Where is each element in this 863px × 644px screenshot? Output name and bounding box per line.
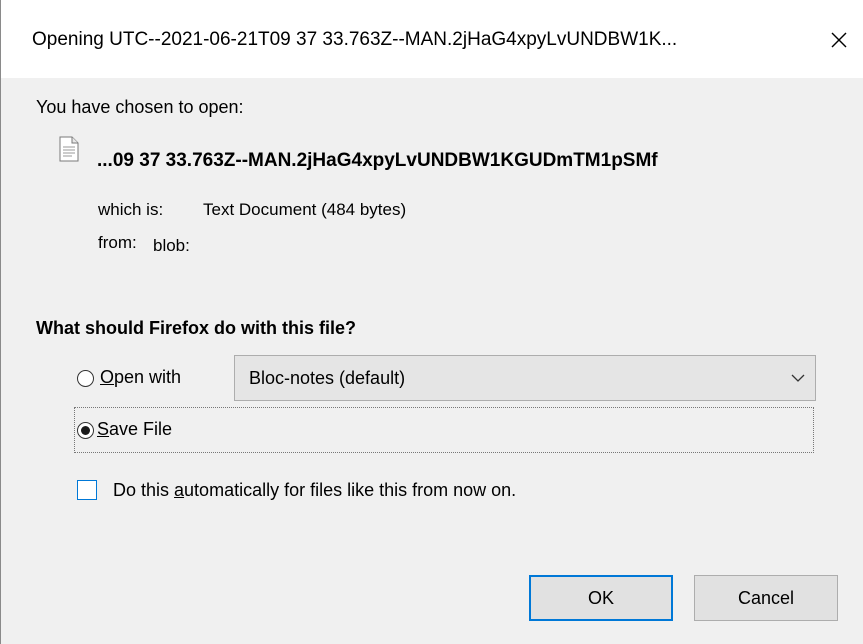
which-is-label: which is: [98,200,164,219]
from-value: blob: [153,236,190,255]
chosen-to-open-label: You have chosen to open: [36,97,244,117]
auto-label-mnemonic: a [174,480,185,500]
save-file-label[interactable]: Save File [97,419,172,440]
save-file-radio[interactable] [77,422,94,439]
save-file-focus-outline [74,407,814,453]
ok-button[interactable]: OK [529,575,673,621]
file-name: ...09 37 33.763Z--MAN.2jHaG4xpyLvUNDBW1K… [97,150,658,171]
open-with-app-value: Bloc-notes (default) [249,368,406,388]
open-with-radio[interactable] [77,370,94,387]
cancel-button[interactable]: Cancel [694,575,838,621]
chevron-down-icon [791,374,805,382]
open-with-label[interactable]: Open with [100,367,181,388]
open-with-app-select[interactable]: Bloc-notes (default) [234,355,816,401]
window-title: Opening UTC--2021-06-21T09 37 33.763Z--M… [32,29,678,50]
title-bar[interactable]: Opening UTC--2021-06-21T09 37 33.763Z--M… [1,0,863,78]
save-file-mnemonic: S [97,419,110,439]
from-label: from: [98,233,137,252]
download-dialog: Opening UTC--2021-06-21T09 37 33.763Z--M… [0,0,863,644]
open-with-label-text: pen with [114,367,182,387]
auto-label-after: utomatically for files like this from no… [184,480,517,500]
auto-action-label[interactable]: Do this automatically for files like thi… [113,480,516,501]
dialog-content: You have chosen to open: ...09 37 33.763… [1,78,863,644]
radio-selected-dot [81,426,90,435]
action-question: What should Firefox do with this file? [36,318,356,338]
close-button[interactable] [821,22,857,58]
text-file-icon [59,136,79,162]
auto-label-before: Do this [113,480,175,500]
close-icon [831,32,847,48]
auto-action-checkbox[interactable] [77,480,97,500]
open-with-mnemonic: O [100,367,115,387]
file-type-value: Text Document (484 bytes) [203,200,407,219]
save-file-label-text: ave File [109,419,173,439]
